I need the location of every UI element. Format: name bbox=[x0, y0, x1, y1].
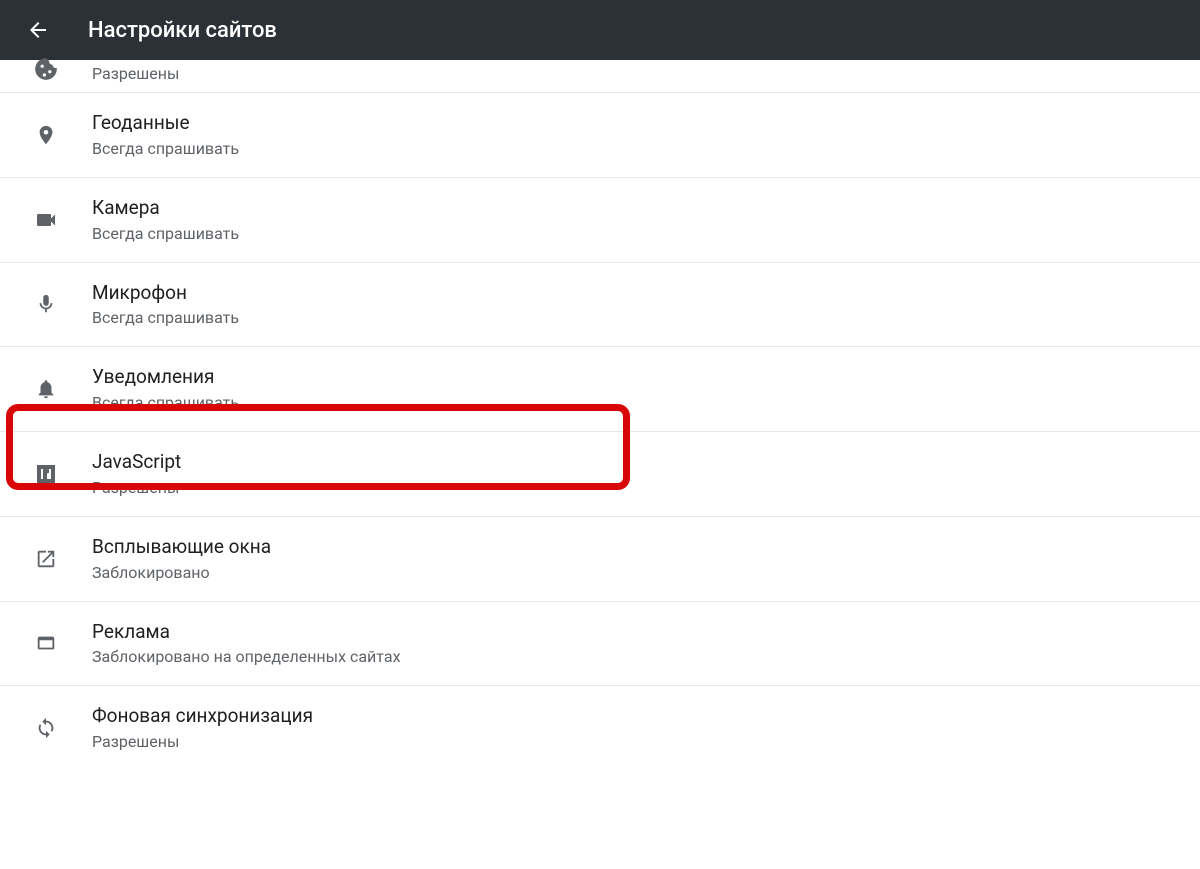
settings-item-location[interactable]: Геоданные Всегда спрашивать bbox=[0, 93, 1200, 178]
settings-item-ads[interactable]: Реклама Заблокировано на определенных са… bbox=[0, 602, 1200, 687]
settings-item-microphone[interactable]: Микрофон Всегда спрашивать bbox=[0, 263, 1200, 348]
item-subtitle: Разрешены bbox=[92, 478, 181, 498]
item-title: Всплывающие окна bbox=[92, 535, 271, 559]
settings-item-camera[interactable]: Камера Всегда спрашивать bbox=[0, 178, 1200, 263]
item-subtitle: Всегда спрашивать bbox=[92, 308, 239, 328]
item-title: Уведомления bbox=[92, 365, 239, 389]
item-title: Камера bbox=[92, 196, 239, 220]
item-subtitle: Разрешены bbox=[92, 64, 179, 84]
item-subtitle: Всегда спрашивать bbox=[92, 393, 239, 413]
back-button[interactable] bbox=[16, 8, 60, 52]
location-icon bbox=[0, 124, 92, 146]
item-title: Фоновая синхронизация bbox=[92, 704, 313, 728]
microphone-icon bbox=[0, 293, 92, 315]
item-subtitle: Всегда спрашивать bbox=[92, 139, 239, 159]
ads-icon bbox=[0, 632, 92, 654]
settings-list: Разрешены Геоданные Всегда спрашивать Ка… bbox=[0, 60, 1200, 770]
bell-icon bbox=[0, 378, 92, 400]
settings-item-javascript[interactable]: JavaScript Разрешены bbox=[0, 432, 1200, 517]
settings-item-background-sync[interactable]: Фоновая синхронизация Разрешены bbox=[0, 686, 1200, 770]
item-title: Реклама bbox=[92, 620, 401, 644]
settings-item-notifications[interactable]: Уведомления Всегда спрашивать bbox=[0, 347, 1200, 432]
sync-icon bbox=[0, 717, 92, 739]
item-subtitle: Всегда спрашивать bbox=[92, 224, 239, 244]
item-subtitle: Заблокировано на определенных сайтах bbox=[92, 647, 401, 667]
item-subtitle: Заблокировано bbox=[92, 563, 271, 583]
arrow-back-icon bbox=[26, 18, 50, 42]
cookie-icon bbox=[0, 56, 92, 82]
javascript-icon bbox=[0, 462, 92, 486]
camera-icon bbox=[0, 208, 92, 232]
item-subtitle: Разрешены bbox=[92, 732, 313, 752]
item-title: Геоданные bbox=[92, 111, 239, 135]
settings-item-cookies[interactable]: Разрешены bbox=[0, 60, 1200, 93]
item-title: JavaScript bbox=[92, 450, 181, 474]
app-header: Настройки сайтов bbox=[0, 0, 1200, 60]
popup-icon bbox=[0, 548, 92, 570]
settings-item-popups[interactable]: Всплывающие окна Заблокировано bbox=[0, 517, 1200, 602]
item-title: Микрофон bbox=[92, 281, 239, 305]
page-title: Настройки сайтов bbox=[88, 18, 277, 43]
